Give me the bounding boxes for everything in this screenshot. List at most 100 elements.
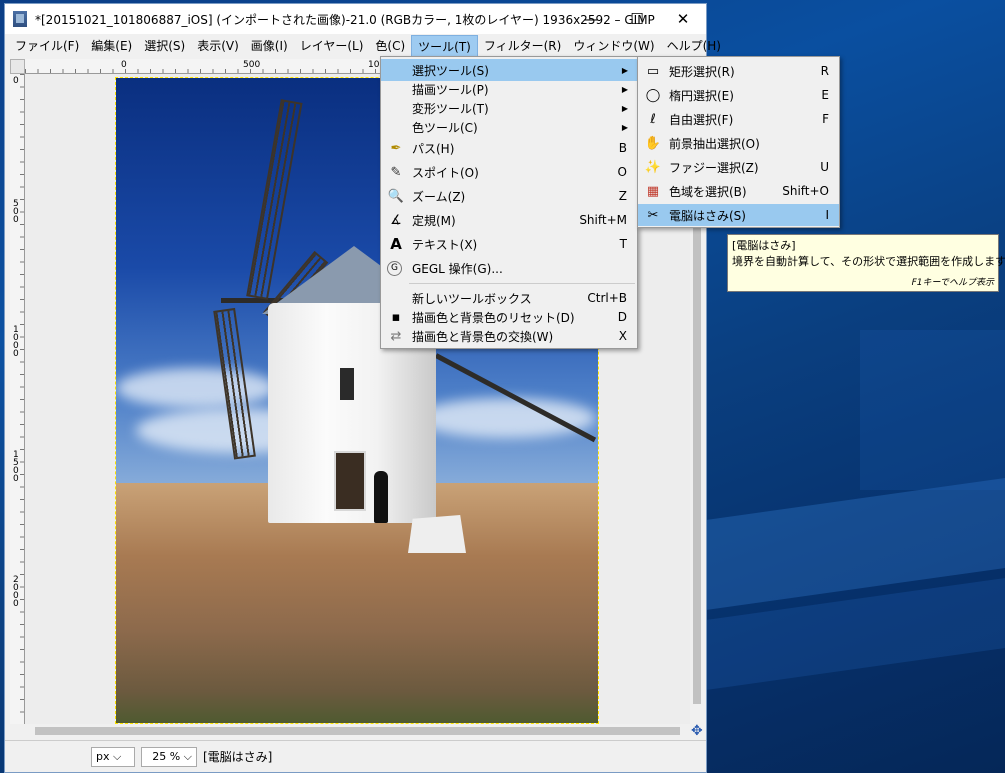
menu-item-color-picker[interactable]: ✎ スポイト(O) O [381,161,637,183]
menu-item-gegl[interactable]: G GEGL 操作(G)... [381,257,637,279]
status-message: [電脳はさみ] [203,750,273,764]
window-title: *[20151021_101806887_iOS] (インポートされた画像)-2… [35,12,655,27]
menu-item-label: パス(H) [412,141,455,156]
navigate-icon[interactable]: ✥ [691,724,705,738]
ruler-label: 500 [243,60,261,70]
default-colors-icon: ▪ [391,309,401,325]
menu-edit[interactable]: 編集(E) [85,35,138,57]
menu-help[interactable]: ヘルプ(H) [661,35,727,57]
paths-icon: ✒ [390,140,402,156]
menu-item-color-tools[interactable]: 色ツール(C) ▶ [381,116,637,138]
menu-item-shortcut: T [619,237,627,251]
menu-item-shortcut: D [617,310,627,324]
rect-select-icon: ▭ [646,63,660,79]
ruler-label: 1500 [13,450,19,484]
windmill-door [334,451,366,511]
status-bar: px ⌵ 25 % ⌵ [電脳はさみ] [5,740,706,772]
menu-item-foreground-select[interactable]: ✋ 前景抽出選択(O) [638,132,839,154]
menu-item-shortcut: R [820,64,829,78]
menu-item-label: テキスト(X) [412,237,478,252]
menu-separator [409,283,635,284]
text-icon: A [390,235,402,253]
menu-item-shortcut: O [617,165,627,179]
menu-item-label: 変形ツール(T) [412,101,489,116]
menu-item-shortcut: X [618,329,627,343]
menu-item-fuzzy-select[interactable]: ✨ ファジー選択(Z) U [638,156,839,178]
menu-item-label: 描画色と背景色の交換(W) [412,329,554,344]
menu-bar: ファイル(F) 編集(E) 選択(S) 表示(V) 画像(I) レイヤー(L) … [5,34,721,58]
scroll-thumb[interactable] [35,727,680,735]
select-by-color-icon: ▦ [646,183,660,199]
tooltip-title: [電脳はさみ] [732,239,796,252]
menu-colors[interactable]: 色(C) [369,35,411,57]
ruler-label: 0 [13,76,19,86]
menu-windows[interactable]: ウィンドウ(W) [567,35,660,57]
menu-view[interactable]: 表示(V) [191,35,245,57]
scissors-icon: ✂ [647,207,659,223]
menu-item-label: 前景抽出選択(O) [669,136,760,151]
submenu-arrow-icon: ▶ [621,65,628,75]
maximize-button[interactable]: ☐ [614,4,660,34]
unit-select[interactable]: px ⌵ [91,746,135,767]
stone-block [408,515,466,553]
menu-item-label: 定規(M) [412,213,456,228]
minimize-button[interactable]: — [568,4,614,34]
tooltip-description: 境界を自動計算して、その形状で選択範囲を作成します [732,255,1005,268]
menu-item-select-by-color[interactable]: ▦ 色域を選択(B) Shift+O [638,180,839,202]
ruler-label: 0 [121,60,127,70]
submenu-arrow-icon: ▶ [621,84,628,94]
tooltip: [電脳はさみ] 境界を自動計算して、その形状で選択範囲を作成します F1キーでヘ… [727,234,1005,292]
menu-item-measure[interactable]: ∡ 定規(M) Shift+M [381,209,637,231]
person-silhouette [374,471,388,523]
selection-tools-submenu: ▭ 矩形選択(R) R ◯ 楕円選択(E) E ℓ 自由選択(F) F ✋ 前景抽出選択(O)… [637,56,840,228]
quick-mask-toggle[interactable] [10,59,25,74]
gegl-icon: G [387,260,402,276]
menu-image[interactable]: 画像(I) [245,35,294,57]
vertical-ruler: 0 500 1000 1500 2000 [10,74,25,724]
desktop-light-streak [860,330,1005,490]
tooltip-help-hint: F1キーでヘルプ表示 [911,278,994,288]
ruler-label: 2000 [13,575,19,609]
submenu-arrow-icon: ▶ [621,103,628,113]
menu-item-swap-colors[interactable]: ⇄ 描画色と背景色の交換(W) X [381,325,637,347]
windmill-window [340,368,354,400]
color-picker-icon: ✎ [390,164,402,180]
menu-item-label: 楕円選択(E) [669,88,734,103]
lasso-icon: ℓ [650,111,656,127]
menu-item-intelligent-scissors[interactable]: ✂ 電脳はさみ(S) I [638,204,839,226]
unit-value: px [96,749,110,763]
menu-item-label: 自由選択(F) [669,112,734,127]
menu-item-shortcut: U [820,160,829,174]
ellipse-select-icon: ◯ [645,87,661,103]
menu-filters[interactable]: フィルター(R) [478,35,567,57]
menu-item-ellipse-select[interactable]: ◯ 楕円選択(E) E [638,84,839,106]
menu-item-free-select[interactable]: ℓ 自由選択(F) F [638,108,839,130]
menu-tools[interactable]: ツール(T) [411,35,478,57]
swap-colors-icon: ⇄ [390,328,402,344]
ruler-label: 500 [13,199,19,225]
menu-item-label: 選択ツール(S) [412,63,489,78]
horizontal-scrollbar[interactable] [25,724,690,738]
zoom-select[interactable]: 25 % ⌵ [141,746,197,767]
ruler-label: 1000 [13,325,19,359]
menu-item-label: 色域を選択(B) [669,184,747,199]
menu-item-label: 色ツール(C) [412,120,478,135]
title-bar: *[20151021_101806887_iOS] (インポートされた画像)-2… [5,4,706,34]
menu-item-rect-select[interactable]: ▭ 矩形選択(R) R [638,60,839,82]
menu-item-shortcut: I [825,208,829,222]
zoom-value: 25 % [152,749,181,763]
menu-item-shortcut: Shift+O [782,184,829,198]
menu-item-label: 矩形選択(R) [669,64,735,79]
menu-layer[interactable]: レイヤー(L) [294,35,370,57]
menu-item-label: 電脳はさみ(S) [669,208,746,223]
menu-file[interactable]: ファイル(F) [9,35,85,57]
menu-select[interactable]: 選択(S) [138,35,191,57]
close-button[interactable]: ✕ [660,4,706,34]
menu-item-text[interactable]: A テキスト(X) T [381,233,637,255]
menu-item-paths[interactable]: ✒ パス(H) B [381,137,637,159]
menu-item-label: 新しいツールボックス [412,291,532,306]
menu-item-label: 描画色と背景色のリセット(D) [412,310,575,325]
cloud [116,368,276,408]
menu-item-label: スポイト(O) [412,165,479,180]
menu-item-zoom[interactable]: 🔍 ズーム(Z) Z [381,185,637,207]
